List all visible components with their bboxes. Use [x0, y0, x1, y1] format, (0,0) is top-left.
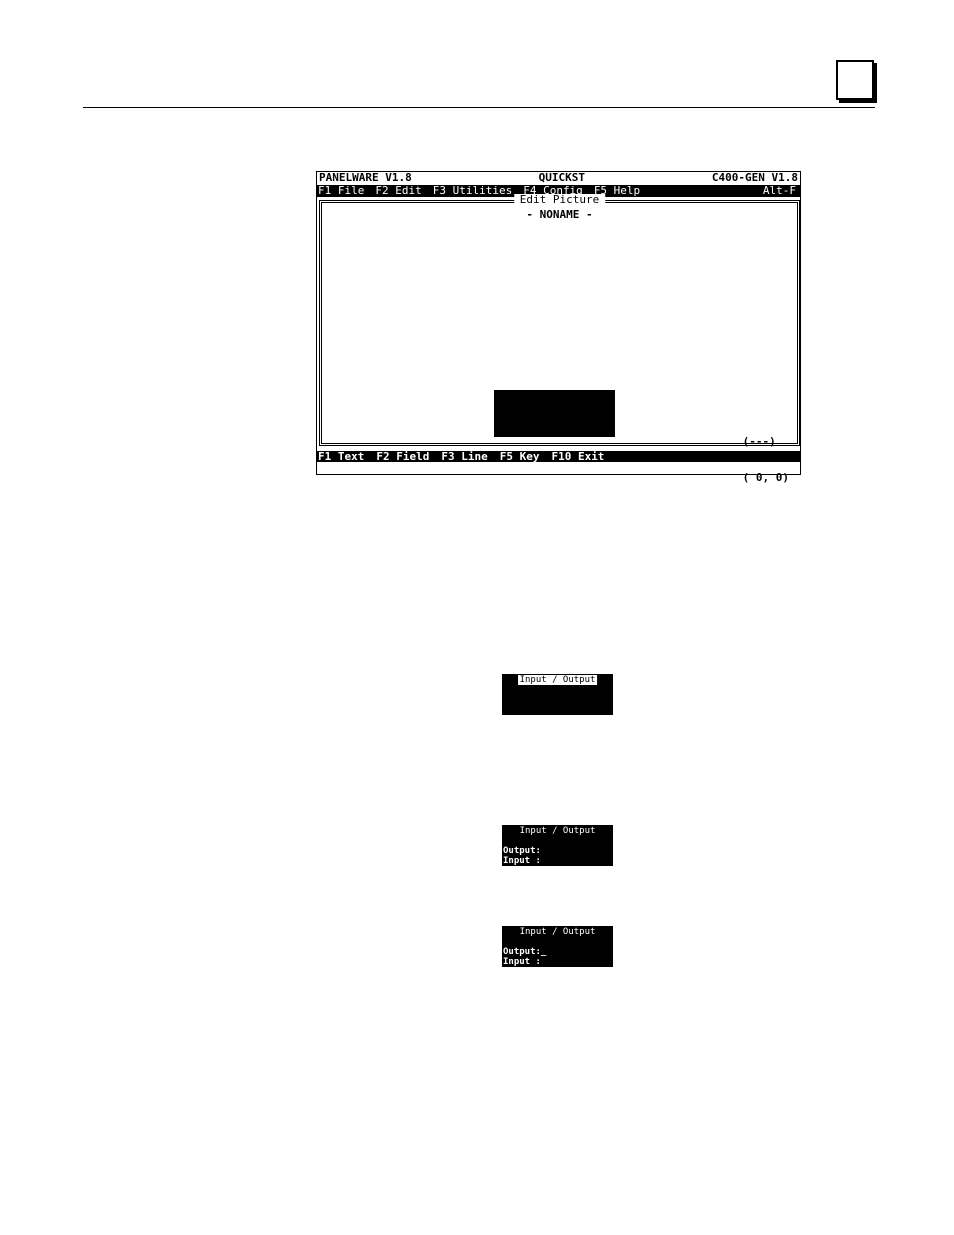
fkey-key[interactable]: F5 Key	[500, 450, 540, 463]
menu-utilities[interactable]: F3 Utilities	[433, 185, 512, 197]
output-field[interactable]: Output:_	[503, 947, 546, 957]
io-window-cursor: Input / Output Output:_ Input :	[502, 926, 613, 967]
input-field[interactable]: Input :	[503, 957, 541, 967]
io-window-title: Input / Output	[519, 826, 596, 836]
function-key-bar: F1 Text F2 Field F3 Line F5 Key F10 Exit	[317, 450, 800, 463]
io-window-title: Input / Output	[519, 927, 596, 937]
fkey-exit[interactable]: F10 Exit	[551, 450, 604, 463]
menu-edit[interactable]: F2 Edit	[375, 185, 421, 197]
cursor-position: ( 0, 0)	[742, 471, 789, 484]
edit-area-title: Edit Picture	[513, 194, 606, 206]
fkey-line[interactable]: F3 Line	[441, 450, 487, 463]
output-label: Output:	[503, 846, 541, 856]
document-name: - NONAME -	[526, 208, 593, 221]
page-tab-marker	[836, 60, 874, 100]
menu-file[interactable]: F1 File	[318, 185, 364, 197]
edit-picture-area[interactable]: Edit Picture - NONAME - (---) ( 0, 0)	[319, 194, 800, 484]
input-label: Input :	[503, 856, 541, 866]
fkey-text[interactable]: F1 Text	[318, 450, 364, 463]
header-rule	[83, 107, 875, 108]
mode-indicator: (---)	[742, 435, 776, 448]
device-name: C400-GEN V1.8	[711, 171, 798, 184]
panelware-screen: PANELWARE V1.8 QUICKST C400-GEN V1.8 F1 …	[316, 171, 801, 484]
project-name: QUICKST	[538, 171, 585, 184]
title-bar: PANELWARE V1.8 QUICKST C400-GEN V1.8	[317, 172, 800, 184]
field-block[interactable]	[494, 390, 615, 437]
fkey-field[interactable]: F2 Field	[376, 450, 429, 463]
io-window-title: Input / Output	[517, 675, 598, 685]
app-name: PANELWARE V1.8	[319, 171, 412, 184]
io-window-labels: Input / Output Output: Input :	[502, 825, 613, 866]
menu-hotkey: Alt-F	[762, 184, 796, 197]
io-window-empty: Input / Output	[502, 674, 613, 715]
